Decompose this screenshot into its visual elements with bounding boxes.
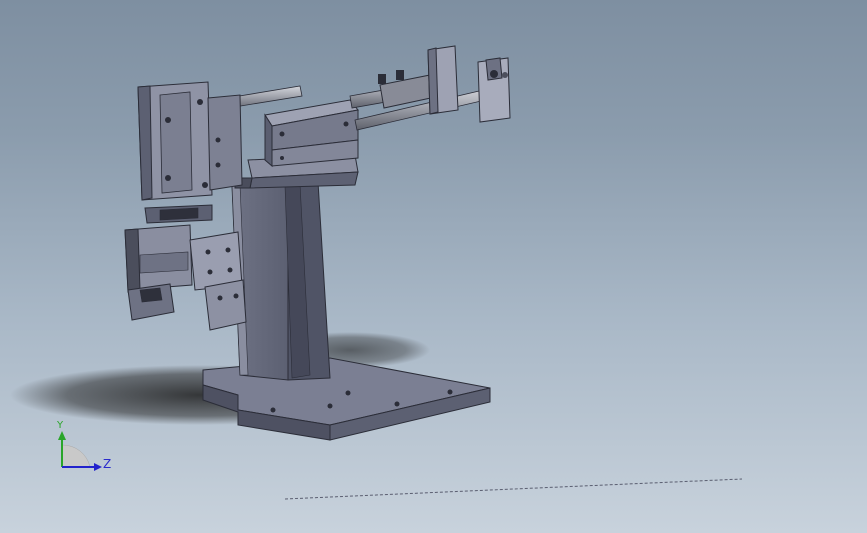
base-hole — [394, 401, 400, 407]
y-axis-arrowhead-icon — [58, 431, 66, 440]
base-hole — [270, 407, 276, 413]
gripper-jaw-left[interactable] — [127, 283, 175, 321]
base-hole — [447, 389, 453, 395]
slide-cylinder-block[interactable] — [264, 99, 359, 168]
base-hole — [327, 403, 333, 409]
axis-triad: Y Z — [56, 420, 111, 471]
triad-plane-icon — [61, 444, 91, 468]
graphics-viewport[interactable]: Y Z — [0, 0, 867, 533]
z-axis-label: Z — [103, 457, 111, 471]
end-bracket-left[interactable] — [427, 45, 459, 115]
sensor-fitting — [396, 70, 404, 80]
z-axis-arrowhead-icon — [94, 463, 102, 471]
sensor-fitting — [378, 74, 386, 84]
floor-reference-line — [284, 478, 743, 500]
model-view[interactable]: Y Z — [0, 0, 867, 533]
y-axis-label: Y — [56, 420, 64, 431]
vertical-column[interactable] — [231, 179, 331, 381]
gripper-body[interactable] — [124, 224, 193, 293]
base-hole — [345, 390, 351, 396]
vertical-gripper-cylinder[interactable] — [137, 81, 243, 201]
gripper-jaw-right[interactable] — [189, 231, 247, 331]
gripper-coupling[interactable] — [144, 204, 213, 224]
end-bracket-right[interactable] — [477, 57, 511, 123]
